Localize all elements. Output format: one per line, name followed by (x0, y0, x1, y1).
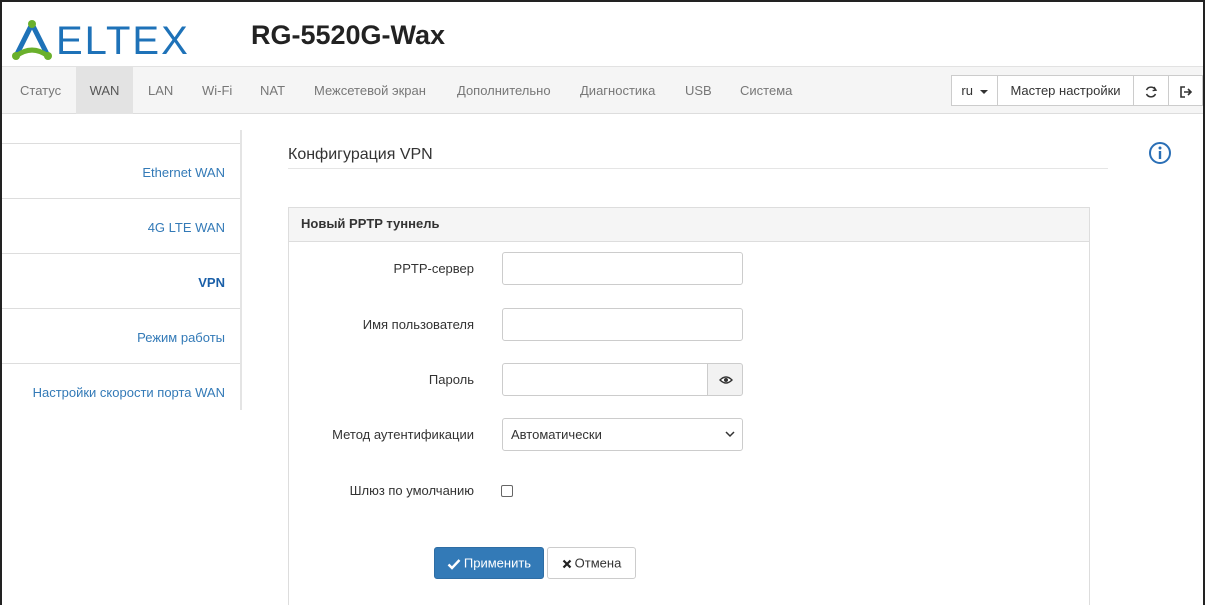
svg-text:ELTEX: ELTEX (56, 19, 190, 60)
nav-item-wifi[interactable]: Wi-Fi (202, 67, 232, 114)
pptp-server-label: PPTP-сервер (393, 261, 474, 276)
sidebar-item-label: 4G LTE WAN (147, 220, 225, 235)
pptp-server-input[interactable] (502, 252, 743, 285)
setup-wizard-button[interactable]: Мастер настройки (997, 75, 1134, 106)
auth-method-select[interactable]: Автоматически (502, 418, 743, 451)
password-group (502, 363, 743, 396)
username-label: Имя пользователя (362, 317, 474, 332)
nav-item-lan[interactable]: LAN (148, 67, 173, 114)
title-divider (288, 168, 1108, 169)
panel-title: Новый PPTP туннель (289, 208, 1089, 242)
language-select[interactable]: ru (951, 75, 998, 106)
nav-item-nat[interactable]: NAT (260, 67, 285, 114)
nav-item-usb[interactable]: USB (685, 67, 712, 114)
caret-down-icon (979, 89, 988, 94)
cancel-label: Отмена (574, 555, 622, 571)
password-label: Пароль (428, 372, 474, 387)
username-input[interactable] (502, 308, 743, 341)
eye-icon (719, 376, 733, 384)
language-label: ru (961, 83, 973, 98)
default-gateway-checkbox[interactable] (501, 485, 513, 497)
nav-item-firewall[interactable]: Межсетевой экран (314, 67, 426, 114)
check-icon (447, 558, 461, 570)
nav-item-wan[interactable]: WAN (76, 67, 133, 114)
eltex-logo: ELTEX (12, 19, 190, 60)
refresh-button[interactable] (1133, 75, 1169, 106)
nav-item-system[interactable]: Система (740, 67, 792, 114)
refresh-icon (1145, 86, 1158, 98)
nav-item-status[interactable]: Статус (20, 67, 61, 114)
chevron-down-icon (725, 431, 735, 438)
logout-button[interactable] (1168, 75, 1203, 106)
page-title: Конфигурация VPN (288, 146, 433, 163)
sidebar-item-ethernet-wan[interactable]: Ethernet WAN (2, 143, 240, 198)
auth-method-value: Автоматически (511, 427, 602, 442)
header: ELTEX RG-5520G-Wax (2, 2, 1203, 66)
info-icon[interactable] (1148, 141, 1172, 165)
apply-label: Применить (463, 555, 532, 571)
logout-icon (1179, 85, 1192, 98)
nav-item-diagnostics[interactable]: Диагностика (580, 67, 655, 114)
device-title: RG-5520G-Wax (251, 20, 446, 50)
main-nav: Статус WAN LAN Wi-Fi NAT Межсетевой экра… (2, 66, 1203, 114)
apply-button[interactable]: Применить (434, 547, 544, 579)
password-input[interactable] (502, 363, 708, 396)
auth-method-label: Метод аутентификации (332, 427, 474, 442)
show-password-button[interactable] (707, 363, 743, 396)
sidebar-item-4g-lte-wan[interactable]: 4G LTE WAN (2, 198, 240, 253)
default-gateway-label: Шлюз по умолчанию (349, 483, 474, 498)
cancel-button[interactable]: Отмена (547, 547, 636, 579)
sidebar-item-label: Ethernet WAN (142, 165, 225, 180)
nav-item-advanced[interactable]: Дополнительно (457, 67, 551, 114)
close-icon (562, 559, 571, 568)
